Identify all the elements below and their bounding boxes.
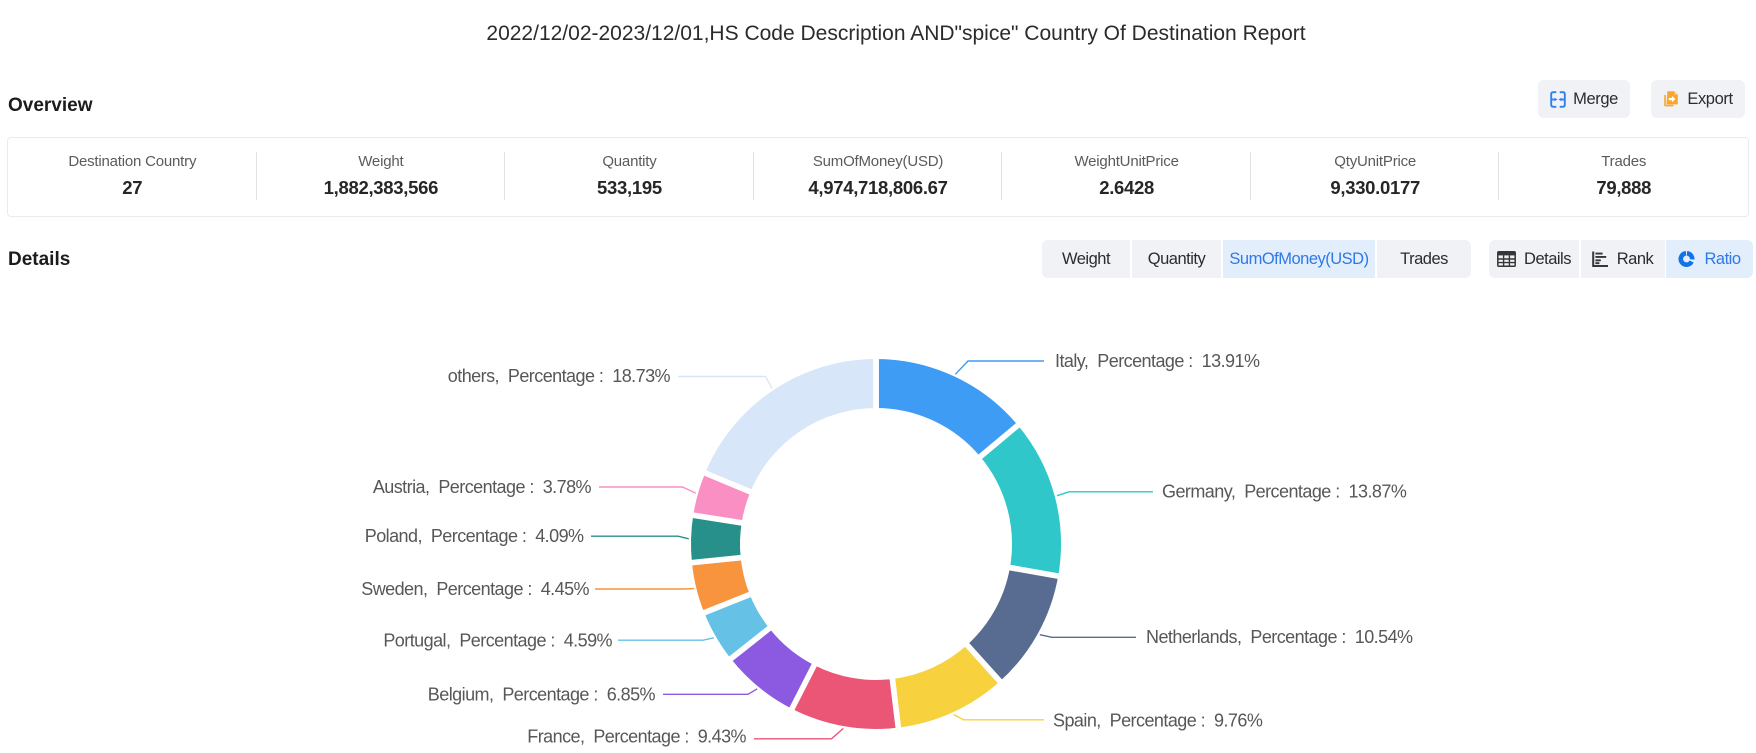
svg-text:Poland, Percentage : 4.09%: Poland, Percentage : 4.09% — [365, 526, 584, 546]
svg-text:France, Percentage : 9.43%: France, Percentage : 9.43% — [527, 727, 746, 747]
svg-text:Germany, Percentage : 13.87%: Germany, Percentage : 13.87% — [1162, 482, 1407, 502]
svg-text:Austria, Percentage : 3.78%: Austria, Percentage : 3.78% — [373, 477, 592, 497]
svg-text:Sweden, Percentage : 4.45%: Sweden, Percentage : 4.45% — [361, 579, 589, 599]
svg-text:Italy, Percentage : 13.91%: Italy, Percentage : 13.91% — [1055, 351, 1260, 371]
svg-text:others, Percentage : 18.73%: others, Percentage : 18.73% — [448, 366, 671, 386]
svg-text:Belgium, Percentage : 6.85%: Belgium, Percentage : 6.85% — [428, 685, 656, 705]
svg-text:Portugal, Percentage : 4.59%: Portugal, Percentage : 4.59% — [383, 630, 612, 650]
svg-text:Netherlands, Percentage : 10: Netherlands, Percentage : 10.54% — [1146, 627, 1413, 647]
svg-text:Spain, Percentage : 9.76%: Spain, Percentage : 9.76% — [1053, 711, 1263, 731]
